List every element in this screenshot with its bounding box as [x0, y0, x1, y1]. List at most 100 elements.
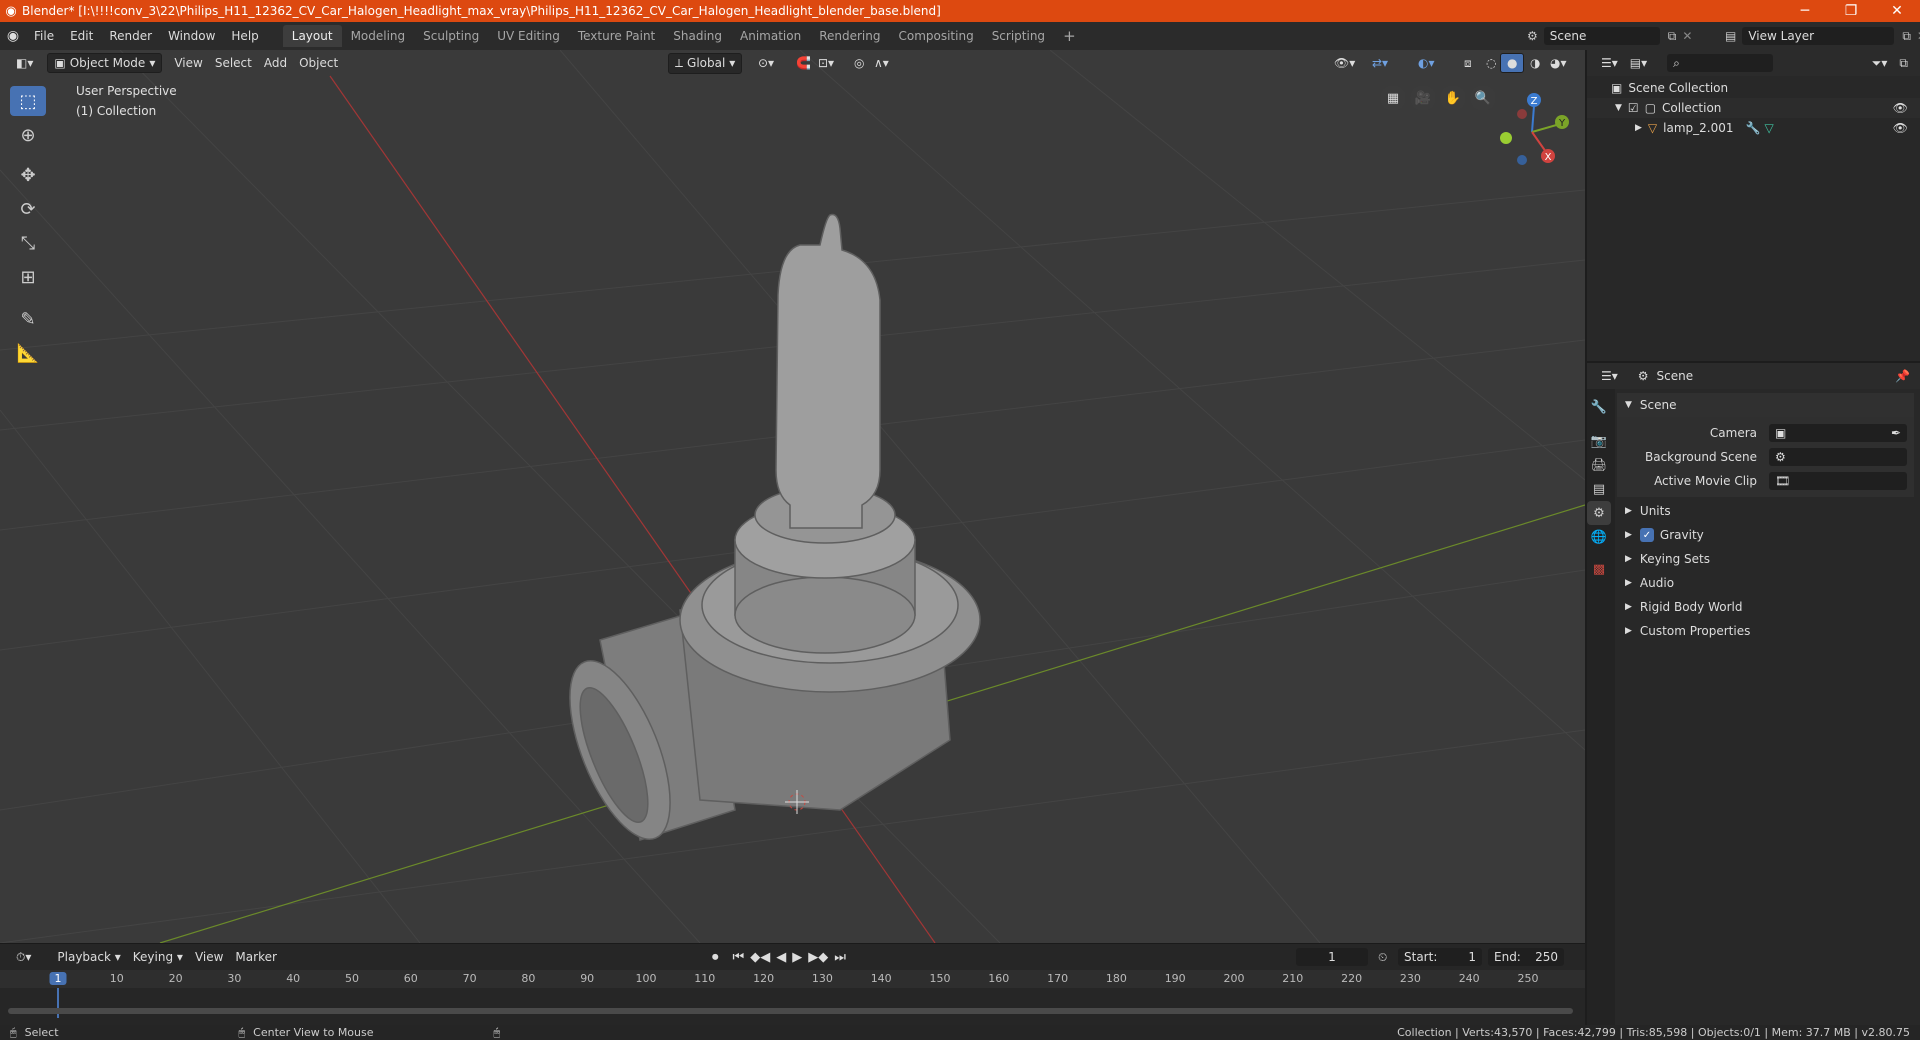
maximize-button[interactable]: ❐: [1828, 0, 1874, 22]
scene-icon[interactable]: ⚙: [1527, 29, 1538, 43]
properties-editor-type-icon[interactable]: ☰▾: [1595, 367, 1624, 385]
background-scene-field[interactable]: ⚙: [1769, 448, 1907, 466]
gravity-panel-header[interactable]: ▶ ✓ Gravity: [1617, 523, 1914, 547]
outliner-editor[interactable]: ☰▾ ▤▾ ⌕ ⏷▾ ⧉ ▣ Scene Collection ▼ ☑ ▢ Co…: [1587, 50, 1920, 361]
remove-scene-icon[interactable]: ✕: [1682, 29, 1692, 43]
tab-texture-paint[interactable]: Texture Paint: [569, 25, 664, 47]
new-collection-icon[interactable]: ⧉: [1893, 54, 1914, 73]
pin-icon[interactable]: 📌: [1895, 369, 1910, 383]
menu-window[interactable]: Window: [160, 29, 223, 43]
prev-keyframe-icon[interactable]: ◆◀: [750, 950, 770, 965]
tab-rendering[interactable]: Rendering: [810, 25, 889, 47]
keying-sets-panel-header[interactable]: ▶ Keying Sets: [1617, 547, 1914, 571]
expand-icon[interactable]: ▼: [1615, 103, 1622, 113]
rigid-body-world-panel-header[interactable]: ▶ Rigid Body World: [1617, 595, 1914, 619]
world-tab-icon[interactable]: 🌐: [1587, 525, 1611, 549]
output-tab-icon[interactable]: 🖨: [1587, 453, 1611, 477]
scene-panel-header[interactable]: ▼ Scene: [1617, 393, 1914, 417]
pivot-point-icon[interactable]: ⊙▾: [752, 54, 780, 72]
selectability-icon[interactable]: 👁▾: [1328, 54, 1361, 72]
tab-compositing[interactable]: Compositing: [889, 25, 982, 47]
transform-tool-icon[interactable]: ⊞: [10, 262, 46, 292]
move-tool-icon[interactable]: ✥: [10, 160, 46, 190]
texture-tab-icon[interactable]: ▩: [1587, 557, 1611, 581]
timeline-menu-marker[interactable]: Marker: [229, 948, 282, 966]
start-frame-field[interactable]: Start: 1: [1398, 948, 1482, 966]
solid-shading-icon[interactable]: ●: [1500, 53, 1525, 73]
toggle-grid-view-icon[interactable]: ▦: [1380, 85, 1406, 111]
keyframe-area[interactable]: [0, 988, 1585, 1018]
add-workspace-icon[interactable]: +: [1054, 23, 1085, 49]
timeline-menu-view[interactable]: View: [189, 948, 229, 966]
custom-properties-panel-header[interactable]: ▶ Custom Properties: [1617, 619, 1914, 643]
exclude-checkbox-icon[interactable]: ☑: [1628, 101, 1639, 115]
preview-range-icon[interactable]: ⏲: [1378, 950, 1387, 965]
editor-type-icon[interactable]: ◧▾: [10, 54, 39, 72]
scale-tool-icon[interactable]: ⤡: [10, 228, 46, 258]
timeline-menu-playback[interactable]: Playback ▾: [51, 948, 126, 966]
camera-view-icon[interactable]: 🎥: [1410, 85, 1436, 111]
mode-dropdown[interactable]: ▣ Object Mode ▾: [47, 53, 163, 73]
gravity-checkbox[interactable]: ✓: [1639, 528, 1654, 542]
tab-animation[interactable]: Animation: [731, 25, 810, 47]
visibility-eye-icon[interactable]: 👁: [1893, 101, 1908, 115]
cursor-tool-icon[interactable]: ⊕: [10, 120, 46, 150]
gizmo-toggle-icon[interactable]: ⇄▾: [1366, 54, 1394, 72]
view-layer-icon[interactable]: ▤: [1725, 29, 1736, 43]
timeline-scrollbar[interactable]: [8, 1008, 1573, 1014]
properties-editor[interactable]: ☰▾ ⚙ Scene 📌 🔧 📷 🖨 ▤ ⚙ 🌐 ▩ ▼ Scene Camer…: [1587, 363, 1920, 1025]
outliner-row-scene-collection[interactable]: ▣ Scene Collection: [1587, 78, 1920, 98]
visibility-eye-icon[interactable]: 👁: [1893, 121, 1908, 135]
filter-icon[interactable]: ⏷▾: [1866, 54, 1894, 73]
record-icon[interactable]: ⏺: [712, 950, 719, 965]
falloff-icon[interactable]: ∧▾: [868, 54, 895, 72]
viewport-menu-add[interactable]: Add: [258, 54, 293, 72]
render-tab-icon[interactable]: 📷: [1587, 429, 1611, 453]
outliner-row-object[interactable]: ▶ ▽ lamp_2.001 🔧 ▽ 👁: [1587, 118, 1920, 138]
view-layer-tab-icon[interactable]: ▤: [1587, 477, 1611, 501]
timeline-editor[interactable]: ⏱▾ Playback ▾ Keying ▾ View Marker ⏺ ⏮ ◆…: [0, 943, 1585, 1025]
blender-menu-icon[interactable]: ◉: [0, 28, 26, 44]
outliner-row-collection[interactable]: ▼ ☑ ▢ Collection 👁: [1587, 98, 1920, 118]
view-layer-field[interactable]: View Layer: [1742, 27, 1895, 45]
new-scene-icon[interactable]: ⧉: [1668, 29, 1677, 44]
play-icon[interactable]: ▶: [792, 950, 802, 965]
tool-tab-icon[interactable]: 🔧: [1587, 395, 1611, 419]
menu-edit[interactable]: Edit: [62, 29, 101, 43]
outliner-search-input[interactable]: ⌕: [1667, 54, 1774, 72]
outliner-editor-type-icon[interactable]: ☰▾: [1595, 54, 1624, 72]
audio-panel-header[interactable]: ▶ Audio: [1617, 571, 1914, 595]
tab-layout[interactable]: Layout: [282, 25, 342, 47]
new-view-layer-icon[interactable]: ⧉: [1902, 29, 1911, 44]
transform-orientation-dropdown[interactable]: ⟂ Global ▾: [668, 52, 743, 74]
select-box-tool-icon[interactable]: ⬚: [10, 86, 46, 116]
tab-uv-editing[interactable]: UV Editing: [488, 25, 569, 47]
expand-icon[interactable]: ▶: [1635, 123, 1642, 133]
units-panel-header[interactable]: ▶ Units: [1617, 499, 1914, 523]
timeline-editor-type-icon[interactable]: ⏱▾: [10, 948, 37, 967]
end-frame-field[interactable]: End: 250: [1488, 948, 1564, 966]
active-movie-clip-field[interactable]: 🎞: [1769, 472, 1907, 490]
timeline-menu-keying[interactable]: Keying ▾: [127, 948, 189, 966]
menu-file[interactable]: File: [26, 29, 62, 43]
3d-viewport[interactable]: ◧▾ ▣ Object Mode ▾ View Select Add Objec…: [0, 50, 1585, 943]
viewport-menu-select[interactable]: Select: [209, 54, 258, 72]
jump-start-icon[interactable]: ⏮: [733, 950, 745, 965]
jump-end-icon[interactable]: ⏭: [834, 950, 846, 965]
current-frame-field[interactable]: 1: [1296, 948, 1368, 966]
overlays-toggle-icon[interactable]: ◐▾: [1412, 54, 1441, 72]
rendered-shading-icon[interactable]: ◕▾: [1544, 54, 1573, 72]
tab-scripting[interactable]: Scripting: [983, 25, 1054, 47]
minimize-button[interactable]: ─: [1782, 0, 1828, 22]
tab-sculpting[interactable]: Sculpting: [414, 25, 488, 47]
viewport-menu-object[interactable]: Object: [293, 54, 344, 72]
viewport-menu-view[interactable]: View: [168, 54, 208, 72]
snap-target-icon[interactable]: ⊡▾: [812, 54, 840, 72]
pan-view-icon[interactable]: ✋: [1440, 85, 1466, 111]
close-button[interactable]: ✕: [1874, 0, 1920, 22]
xray-toggle-icon[interactable]: ⧈: [1458, 54, 1478, 73]
navigation-gizmo[interactable]: Z Y X: [1490, 86, 1574, 170]
menu-help[interactable]: Help: [223, 29, 266, 43]
rotate-tool-icon[interactable]: ⟳: [10, 194, 46, 224]
annotate-tool-icon[interactable]: ✎: [10, 304, 46, 334]
